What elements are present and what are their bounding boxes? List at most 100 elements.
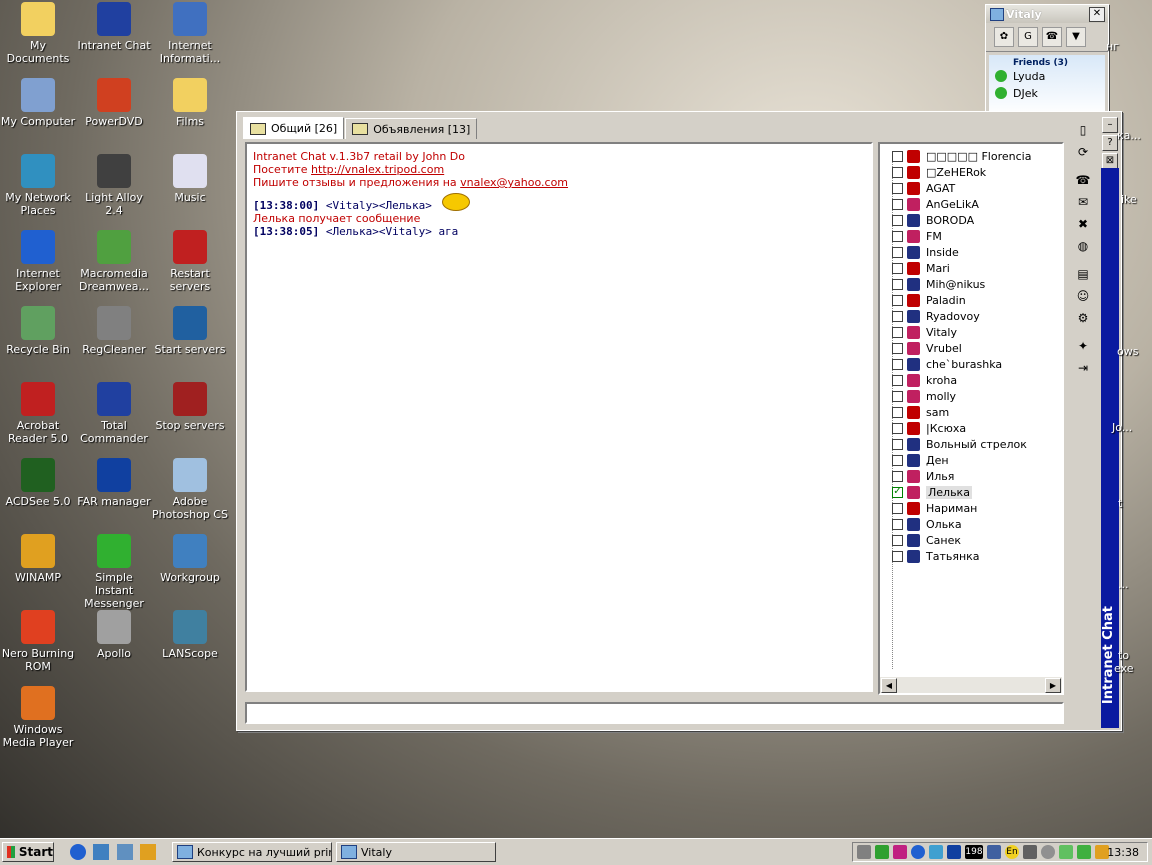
desktop-shortcut[interactable]: Music xyxy=(152,154,228,204)
desktop-shortcut[interactable]: My Documents xyxy=(0,2,76,65)
user-checkbox[interactable] xyxy=(892,406,903,418)
phone-icon[interactable]: ☎ xyxy=(1073,170,1093,190)
user-checkbox[interactable] xyxy=(892,550,903,562)
tray-speaker-icon[interactable] xyxy=(1023,845,1037,859)
email-link[interactable]: vnalex@yahoo.com xyxy=(460,176,568,189)
user-row[interactable]: Ryadovoy xyxy=(892,308,980,324)
desktop-shortcut[interactable]: My Network Places xyxy=(0,154,76,217)
chat-icon[interactable]: ☎ xyxy=(1042,27,1062,47)
desktop-shortcut[interactable]: My Computer xyxy=(0,78,76,128)
horizontal-scrollbar[interactable]: ◀ ▶ xyxy=(880,676,1062,693)
close-button[interactable]: ✕ xyxy=(1089,7,1105,22)
task-contest[interactable]: Конкурс на лучший prin... xyxy=(172,842,332,862)
user-checkbox[interactable] xyxy=(892,166,903,178)
tray-pen-icon[interactable] xyxy=(1059,845,1073,859)
buddy-item[interactable]: DJek xyxy=(989,85,1105,102)
help-button[interactable]: ? xyxy=(1102,135,1118,151)
user-row[interactable]: |Ксюха xyxy=(892,420,966,436)
user-row[interactable]: Mih@nikus xyxy=(892,276,985,292)
outlook-icon[interactable] xyxy=(93,844,109,860)
user-row[interactable]: Vrubel xyxy=(892,340,962,356)
desktop-shortcut[interactable]: Internet Explorer xyxy=(0,230,76,293)
buddy-item[interactable]: Lyuda xyxy=(989,68,1105,85)
desktop-shortcut[interactable]: FAR manager xyxy=(76,458,152,508)
start-button[interactable]: Start xyxy=(2,842,54,862)
user-row[interactable]: molly xyxy=(892,388,956,404)
user-row[interactable]: BORODA xyxy=(892,212,974,228)
mail-icon[interactable]: ✉ xyxy=(1073,192,1093,212)
user-checkbox[interactable] xyxy=(892,374,903,386)
website-link[interactable]: http://vnalex.tripod.com xyxy=(311,163,444,176)
desktop-shortcut[interactable]: Recycle Bin xyxy=(0,306,76,356)
user-checkbox[interactable]: ✓ xyxy=(892,486,903,498)
buddy-group-header[interactable]: Friends (3) xyxy=(989,55,1105,68)
desktop-shortcut[interactable]: Light Alloy 2.4 xyxy=(76,154,152,217)
tray-app-icon[interactable] xyxy=(1077,845,1091,859)
user-row[interactable]: □□□□□ Florencia xyxy=(892,148,1031,164)
desktop-shortcut[interactable]: Nero Burning ROM xyxy=(0,610,76,673)
tray-mail-icon[interactable] xyxy=(893,845,907,859)
tray-counter[interactable]: 198 xyxy=(965,845,983,859)
pin-button[interactable]: ⊠ xyxy=(1102,153,1118,169)
user-row[interactable]: □ZeHERok xyxy=(892,164,986,180)
user-row[interactable]: Mari xyxy=(892,260,950,276)
message-input[interactable] xyxy=(245,702,1064,724)
desktop-shortcut[interactable]: Apollo xyxy=(76,610,152,660)
user-checkbox[interactable] xyxy=(892,358,903,370)
desktop-shortcut[interactable]: Workgroup xyxy=(152,534,228,584)
clock[interactable]: 13:38 xyxy=(1107,846,1139,859)
user-row[interactable]: AGAT xyxy=(892,180,955,196)
tray-network-icon[interactable] xyxy=(929,845,943,859)
message-icon[interactable]: ▤ xyxy=(1073,264,1093,284)
user-checkbox[interactable] xyxy=(892,502,903,514)
user-row[interactable]: Нариман xyxy=(892,500,977,516)
desktop-shortcut[interactable]: Stop servers xyxy=(152,382,228,432)
smiley-icon[interactable]: ☺ xyxy=(1073,286,1093,306)
task-vitaly[interactable]: Vitaly xyxy=(336,842,496,862)
internet-explorer-icon[interactable] xyxy=(70,844,86,860)
user-checkbox[interactable] xyxy=(892,534,903,546)
user-row[interactable]: ✓ Лелька xyxy=(892,484,972,500)
user-list[interactable]: □□□□□ Florencia □ZeHERok AGAT AnGeLikA BOROD… xyxy=(878,142,1064,695)
desktop-shortcut[interactable]: Adobe Photoshop CS xyxy=(152,458,228,521)
user-row[interactable]: AnGeLikA xyxy=(892,196,979,212)
tray-volume-icon[interactable] xyxy=(987,845,1001,859)
desktop-shortcut[interactable]: ACDSee 5.0 xyxy=(0,458,76,508)
delete-icon[interactable]: ✖ xyxy=(1073,214,1093,234)
user-row[interactable]: Олька xyxy=(892,516,962,532)
user-checkbox[interactable] xyxy=(892,198,903,210)
user-row[interactable]: FM xyxy=(892,228,942,244)
desktop-shortcut[interactable]: RegCleaner xyxy=(76,306,152,356)
desktop-shortcut[interactable]: WINAMP xyxy=(0,534,76,584)
desktop-shortcut[interactable]: Restart servers xyxy=(152,230,228,293)
user-row[interactable]: sam xyxy=(892,404,949,420)
winamp-icon[interactable] xyxy=(140,844,156,860)
user-row[interactable]: Ден xyxy=(892,452,949,468)
status-icon[interactable]: ✿ xyxy=(994,27,1014,47)
buddy-titlebar[interactable]: Vitaly ✕ xyxy=(986,5,1108,23)
user-checkbox[interactable] xyxy=(892,326,903,338)
user-checkbox[interactable] xyxy=(892,150,903,162)
user-checkbox[interactable] xyxy=(892,310,903,322)
scroll-right-icon[interactable]: ▶ xyxy=(1045,678,1061,693)
chevron-down-icon[interactable]: ▼ xyxy=(1066,27,1086,47)
desktop-shortcut[interactable]: Internet Informati... xyxy=(152,2,228,65)
user-row[interactable]: che`burashka xyxy=(892,356,1002,372)
user-row[interactable]: Inside xyxy=(892,244,959,260)
desktop-shortcut[interactable]: Intranet Chat xyxy=(76,2,152,52)
user-checkbox[interactable] xyxy=(892,246,903,258)
tab-announcements[interactable]: Объявления [13] xyxy=(345,118,478,139)
minimize-button[interactable]: – xyxy=(1102,117,1118,133)
desktop-shortcut[interactable]: Simple Instant Messenger xyxy=(76,534,152,610)
user-row[interactable]: Вольный стрелок xyxy=(892,436,1027,452)
tray-tool-icon[interactable] xyxy=(857,845,871,859)
refresh-icon[interactable]: ⟳ xyxy=(1073,142,1093,162)
user-checkbox[interactable] xyxy=(892,294,903,306)
network-icon[interactable] xyxy=(117,844,133,860)
desktop-shortcut[interactable]: LANScope xyxy=(152,610,228,660)
desktop-shortcut[interactable]: Acrobat Reader 5.0 xyxy=(0,382,76,445)
tray-chat-icon[interactable] xyxy=(875,845,889,859)
chat-log[interactable]: Intranet Chat v.1.3b7 retail by John Do … xyxy=(245,142,873,692)
user-checkbox[interactable] xyxy=(892,278,903,290)
settings-icon[interactable]: ⚙ xyxy=(1073,308,1093,328)
